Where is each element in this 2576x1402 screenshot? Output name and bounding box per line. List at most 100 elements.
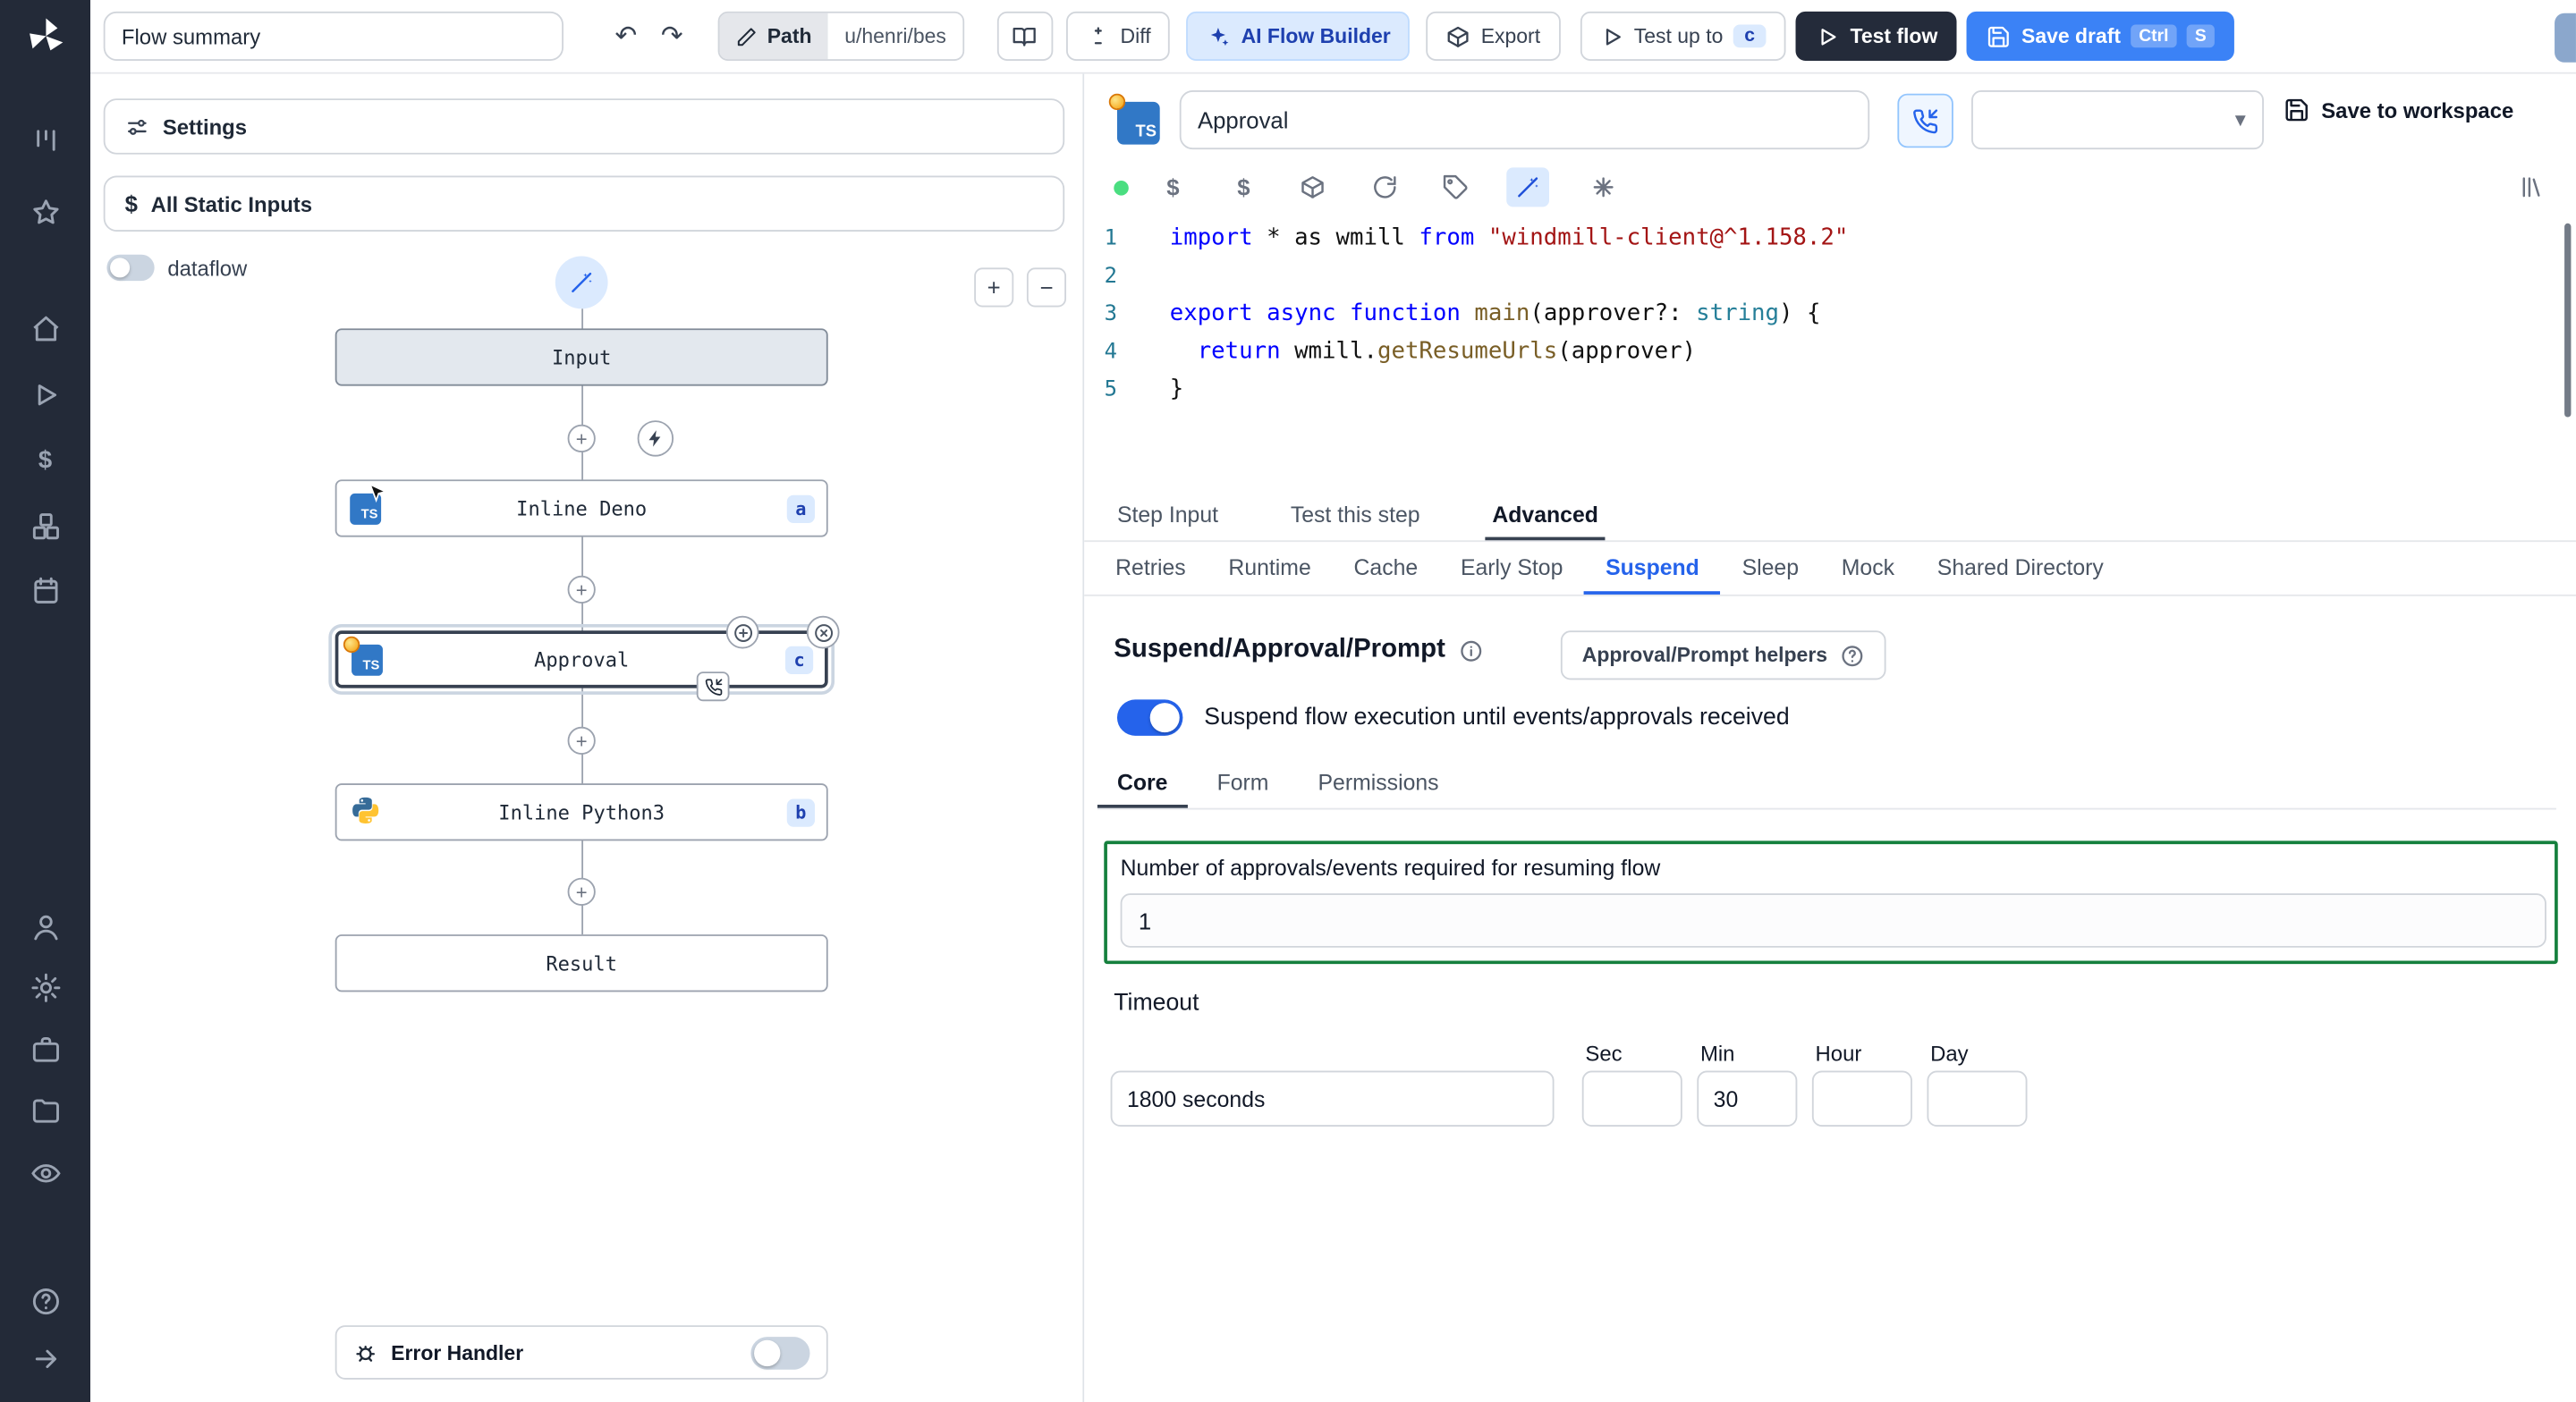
step-tab-advanced[interactable]: Advanced	[1486, 493, 1606, 541]
add-step-button-3[interactable]: +	[567, 726, 596, 755]
docs-button[interactable]	[996, 11, 1054, 61]
sparkles-icon	[1211, 27, 1230, 46]
ai-flow-builder-button[interactable]: AI Flow Builder	[1186, 11, 1411, 61]
advanced-tab-sleep[interactable]: Sleep	[1721, 544, 1820, 595]
advanced-tab-retries[interactable]: Retries	[1094, 544, 1207, 595]
bug-icon	[356, 1346, 375, 1362]
approvals-count-input[interactable]	[1120, 893, 2546, 948]
runs-play-icon[interactable]	[30, 379, 61, 410]
suspend-tab-form[interactable]: Form	[1198, 760, 1289, 807]
editor-scrollbar[interactable]	[2564, 223, 2572, 418]
sparkle-test-icon[interactable]	[1589, 173, 1618, 202]
advanced-tab-suspend[interactable]: Suspend	[1584, 544, 1721, 595]
undo-button[interactable]: ↶	[603, 13, 648, 59]
workers-briefcase-icon[interactable]	[30, 1035, 61, 1066]
flow-node-inline-deno[interactable]: TS Inline Deno a	[335, 479, 828, 537]
dataflow-toggle[interactable]	[106, 254, 155, 282]
suspend-toggle-label: Suspend flow execution until events/appr…	[1204, 704, 1790, 731]
book-icon	[1013, 27, 1037, 46]
home-icon[interactable]	[30, 314, 61, 345]
ai-wand-button[interactable]	[555, 256, 608, 309]
timeout-unit-labels: Sec Min Hour Day	[1585, 1041, 2030, 1066]
kanban-icon[interactable]	[30, 125, 61, 156]
suspend-tab-core[interactable]: Core	[1097, 760, 1188, 808]
save-icon	[1988, 25, 2010, 46]
delete-step-button[interactable]	[806, 615, 840, 649]
package-icon[interactable]	[1298, 173, 1327, 202]
path-value: u/henri/bes	[827, 13, 963, 60]
suspend-phone-button[interactable]	[1897, 93, 1953, 148]
flow-summary-input[interactable]	[103, 11, 564, 61]
suspend-tab-permissions[interactable]: Permissions	[1298, 760, 1458, 807]
redo-button[interactable]: ↷	[648, 13, 694, 59]
variables-dollar-icon[interactable]: $	[30, 445, 61, 477]
all-static-inputs-button[interactable]: $ All Static Inputs	[103, 175, 1065, 232]
advanced-tabs: Retries Runtime Cache Early Stop Suspend Slee…	[1084, 544, 2576, 596]
settings-gear-icon[interactable]	[30, 972, 61, 1003]
unit-label-sec: Sec	[1585, 1041, 1623, 1067]
timeout-sec-input[interactable]	[1581, 1070, 1682, 1127]
timeout-min-input[interactable]	[1697, 1070, 1798, 1127]
partial-button[interactable]	[2555, 13, 2576, 63]
folders-icon[interactable]	[30, 1095, 61, 1127]
advanced-tab-shared-directory[interactable]: Shared Directory	[1916, 544, 2125, 595]
audit-eye-icon[interactable]	[30, 1158, 61, 1189]
user-icon[interactable]	[30, 911, 61, 942]
test-up-to-step-badge: c	[1733, 24, 1767, 48]
code-editor[interactable]: 12345 import * as wmill from "windmill-c…	[1084, 214, 2576, 493]
step-editor-panel: TS ▾ Save to workspace $ $	[1084, 73, 2576, 1402]
add-step-button-2[interactable]: +	[567, 575, 596, 604]
reload-icon[interactable]	[1370, 173, 1400, 202]
star-icon[interactable]	[30, 197, 61, 228]
tag-icon[interactable]	[1441, 173, 1470, 202]
typescript-icon: TS	[350, 493, 382, 524]
step-id-badge: b	[786, 798, 816, 826]
schedules-calendar-icon[interactable]	[30, 575, 61, 606]
step-tab-test-this-step[interactable]: Test this step	[1284, 493, 1426, 540]
advanced-tab-mock[interactable]: Mock	[1820, 544, 1916, 595]
path-button[interactable]: Path u/henri/bes	[717, 11, 965, 61]
typescript-icon: TS	[1108, 93, 1160, 145]
zoom-in-button[interactable]: +	[974, 267, 1014, 308]
step-tab-step-input[interactable]: Step Input	[1111, 493, 1225, 540]
error-handler-label: Error Handler	[391, 1340, 524, 1364]
sliders-icon	[128, 118, 147, 134]
advanced-tab-cache[interactable]: Cache	[1333, 544, 1439, 595]
expand-arrow-icon[interactable]	[30, 1343, 61, 1374]
approval-prompt-helpers-button[interactable]: Approval/Prompt helpers	[1560, 630, 1887, 680]
flow-node-result[interactable]: Result	[335, 934, 828, 992]
suspend-toggle[interactable]	[1116, 699, 1183, 736]
ai-wand-icon[interactable]	[1506, 167, 1550, 207]
error-handler-toggle[interactable]	[750, 1336, 810, 1369]
phone-incoming-icon	[704, 678, 722, 695]
step-name-input[interactable]	[1179, 90, 1870, 150]
flow-settings-button[interactable]: Settings	[103, 98, 1065, 155]
typescript-icon: TS	[343, 635, 383, 675]
variables-dollar-icon[interactable]: $	[1229, 173, 1258, 202]
add-branch-button[interactable]	[725, 615, 759, 649]
timeout-day-input[interactable]	[1927, 1070, 2028, 1127]
flow-node-approval[interactable]: TS Approval c	[328, 615, 840, 702]
flow-node-inline-python3[interactable]: Inline Python3 b	[335, 783, 828, 841]
export-button[interactable]: Export	[1427, 11, 1561, 61]
test-up-to-button[interactable]: Test up to c	[1580, 11, 1786, 61]
test-flow-button[interactable]: Test flow	[1795, 11, 1958, 61]
save-draft-button[interactable]: Save draft Ctrl S	[1967, 11, 2234, 61]
add-step-button-1[interactable]: +	[567, 424, 596, 453]
windmill-logo-icon	[24, 15, 67, 58]
add-step-button-4[interactable]: +	[567, 877, 596, 906]
library-icon[interactable]	[2517, 173, 2546, 202]
advanced-tab-runtime[interactable]: Runtime	[1208, 544, 1333, 595]
save-to-workspace-button[interactable]: Save to workspace	[2284, 97, 2513, 122]
advanced-tab-early-stop[interactable]: Early Stop	[1439, 544, 1584, 595]
script-version-select[interactable]: ▾	[1971, 90, 2264, 150]
help-icon[interactable]	[30, 1286, 61, 1317]
static-inputs-dollar-icon[interactable]: $	[1158, 173, 1188, 202]
timeout-seconds-input[interactable]	[1110, 1070, 1555, 1127]
trigger-bolt-button[interactable]	[637, 420, 674, 457]
timeout-hour-input[interactable]	[1811, 1070, 1912, 1127]
flow-node-input[interactable]: Input	[335, 328, 828, 386]
zoom-out-button[interactable]: −	[1026, 267, 1067, 308]
diff-button[interactable]: Diff	[1065, 11, 1171, 61]
resources-boxes-icon[interactable]	[30, 511, 61, 542]
